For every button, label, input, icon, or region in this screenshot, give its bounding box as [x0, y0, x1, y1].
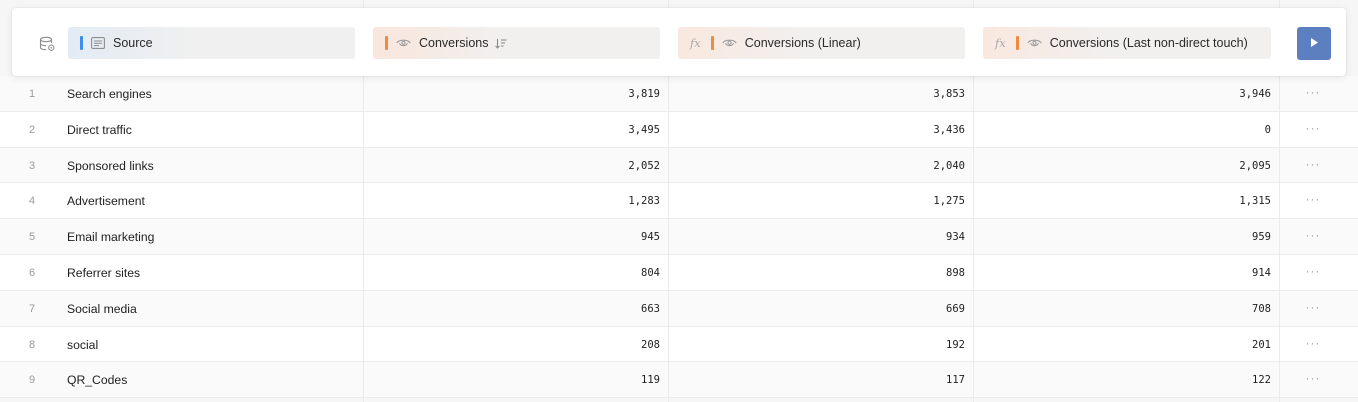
conversions-last-touch-cell: 2,095 — [1239, 159, 1271, 172]
source-cell[interactable]: social — [67, 327, 98, 363]
conversions-cell: 1,283 — [628, 195, 660, 208]
column-header-conversions-linear[interactable]: fx Conversions (Linear) — [678, 27, 965, 59]
row-index: 6 — [28, 266, 36, 279]
conversions-linear-cell: 669 — [946, 302, 965, 315]
column-header-source[interactable]: Source — [68, 27, 355, 59]
conversions-last-touch-cell: 201 — [1252, 338, 1271, 351]
conversions-linear-cell: 192 — [946, 338, 965, 351]
source-cell[interactable]: Advertisement — [67, 183, 145, 219]
source-cell[interactable]: Referrer sites — [67, 255, 140, 291]
conversions-cell: 945 — [641, 231, 660, 244]
column-header-label: Conversions (Last non-direct touch) — [1049, 36, 1248, 50]
conversions-linear-cell: 934 — [946, 231, 965, 244]
row-index: 4 — [28, 195, 36, 208]
row-index: 5 — [28, 231, 36, 244]
conversions-linear-cell: 3,436 — [933, 123, 965, 136]
eye-icon — [396, 38, 411, 48]
conversions-last-touch-cell: 914 — [1252, 266, 1271, 279]
table-row[interactable]: 8 social 208 192 201 ··· — [0, 326, 1358, 363]
conversions-last-touch-cell: 1,315 — [1239, 195, 1271, 208]
table-column-icon — [91, 37, 105, 49]
conversions-cell: 3,819 — [628, 88, 660, 100]
formula-badge: fx — [995, 36, 1006, 50]
metric-marker — [1015, 36, 1019, 50]
formula-badge: fx — [690, 36, 701, 50]
metric-marker — [710, 36, 714, 50]
row-more-menu[interactable]: ··· — [1300, 327, 1326, 359]
run-query-button[interactable] — [1297, 27, 1331, 60]
conversions-cell: 3,495 — [628, 123, 660, 136]
sort-descending-icon[interactable] — [495, 38, 507, 49]
row-more-menu[interactable]: ··· — [1300, 183, 1326, 215]
table-row[interactable]: 2 Direct traffic 3,495 3,436 0 ··· — [0, 111, 1358, 148]
row-index: 9 — [28, 374, 36, 387]
conversions-cell: 119 — [641, 374, 660, 387]
row-more-menu[interactable]: ··· — [1300, 112, 1326, 144]
conversions-linear-cell: 898 — [946, 266, 965, 279]
row-more-menu[interactable]: ··· — [1300, 219, 1326, 251]
row-index: 3 — [28, 159, 36, 172]
row-index: 7 — [28, 302, 36, 315]
eye-icon — [722, 38, 737, 48]
table-row[interactable]: 6 Referrer sites 804 898 914 ··· — [0, 254, 1358, 291]
row-more-menu[interactable]: ··· — [1300, 76, 1326, 108]
conversions-last-touch-cell: 0 — [1264, 123, 1271, 136]
eye-icon — [1027, 38, 1042, 48]
table-row[interactable]: 9 QR_Codes 119 117 122 ··· — [0, 362, 1358, 399]
source-cell[interactable]: QR_Codes — [67, 362, 127, 398]
column-header-label: Source — [113, 36, 153, 50]
database-settings-icon[interactable] — [39, 36, 56, 57]
table-header: Source Conversions fx Conversions (Linea… — [12, 8, 1346, 76]
row-more-menu[interactable]: ··· — [1300, 291, 1326, 323]
metric-marker — [385, 36, 388, 50]
column-header-conversions-last-touch[interactable]: fx Conversions (Last non-direct touch) — [983, 27, 1271, 59]
conversions-linear-cell: 117 — [946, 374, 965, 387]
conversions-last-touch-cell: 3,946 — [1239, 88, 1271, 100]
dimension-marker — [80, 36, 83, 50]
conversions-linear-cell: 3,853 — [933, 88, 965, 100]
table-body: 1 Search engines 3,819 3,853 3,946 ··· 2… — [0, 76, 1358, 399]
conversions-cell: 208 — [641, 338, 660, 351]
table-row[interactable]: 1 Search engines 3,819 3,853 3,946 ··· — [0, 76, 1358, 112]
conversions-cell: 804 — [641, 266, 660, 279]
conversions-cell: 2,052 — [628, 159, 660, 172]
row-index: 1 — [28, 88, 36, 100]
table-row[interactable]: 5 Email marketing 945 934 959 ··· — [0, 219, 1358, 255]
column-header-conversions[interactable]: Conversions — [373, 27, 660, 59]
row-index: 2 — [28, 123, 36, 136]
conversions-last-touch-cell: 122 — [1252, 374, 1271, 387]
play-icon — [1309, 35, 1319, 53]
source-cell[interactable]: Email marketing — [67, 219, 154, 255]
row-more-menu[interactable]: ··· — [1300, 255, 1326, 287]
column-header-label: Conversions — [419, 36, 489, 50]
row-index: 8 — [28, 338, 36, 351]
source-cell[interactable]: Direct traffic — [67, 112, 132, 148]
table-row[interactable]: 7 Social media 663 669 708 ··· — [0, 290, 1358, 327]
conversions-linear-cell: 2,040 — [933, 159, 965, 172]
conversions-last-touch-cell: 708 — [1252, 302, 1271, 315]
column-header-label: Conversions (Linear) — [744, 36, 861, 50]
table-row[interactable]: 3 Sponsored links 2,052 2,040 2,095 ··· — [0, 147, 1358, 184]
table-row[interactable]: 4 Advertisement 1,283 1,275 1,315 ··· — [0, 183, 1358, 220]
row-more-menu[interactable]: ··· — [1300, 148, 1326, 180]
row-more-menu[interactable]: ··· — [1300, 362, 1326, 394]
source-cell[interactable]: Social media — [67, 291, 137, 327]
conversions-cell: 663 — [641, 302, 660, 315]
source-cell[interactable]: Search engines — [67, 76, 152, 112]
conversions-linear-cell: 1,275 — [933, 195, 965, 208]
conversions-last-touch-cell: 959 — [1252, 231, 1271, 244]
source-cell[interactable]: Sponsored links — [67, 148, 154, 184]
